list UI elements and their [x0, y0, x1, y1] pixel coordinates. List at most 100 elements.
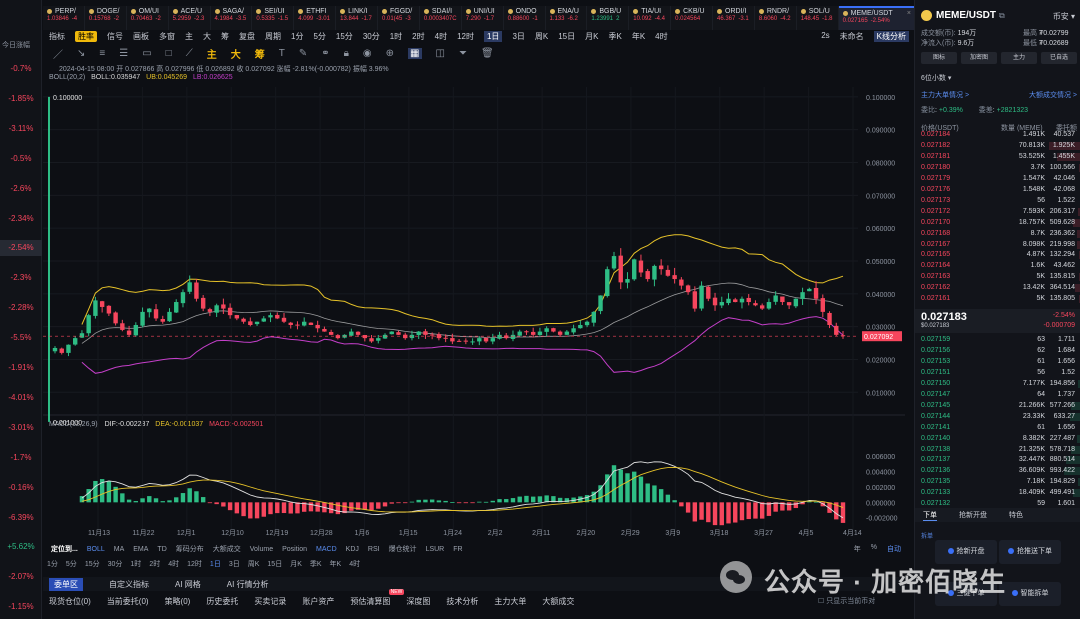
left-change-row[interactable]: -4.01%	[0, 390, 42, 406]
order-tab[interactable]: 策略(0)	[165, 596, 191, 607]
toolbar-item[interactable]: 4时	[655, 31, 667, 42]
ticker-item[interactable]: RNDR/8.6060 -4.2	[755, 6, 797, 30]
ticker-item[interactable]: SEI/UI 0.5335 -1.5	[252, 6, 295, 30]
ray-tool-icon[interactable]: ↘	[77, 48, 85, 59]
order-tab[interactable]: 深度图	[406, 596, 430, 607]
ask-row[interactable]: 0.027176 1.548K 42.068	[915, 185, 1080, 195]
ticker-item[interactable]: SDAI/I 0.0003407C	[420, 6, 462, 30]
toolbar-item[interactable]: 年K	[632, 31, 645, 42]
line-tool-icon[interactable]: ／	[53, 46, 63, 61]
ticker-item[interactable]: ONDO 0.88600 -1	[504, 6, 546, 30]
panel-button[interactable]: 已自选	[1041, 52, 1077, 64]
section-tab[interactable]: 自定义指标	[109, 579, 149, 590]
left-change-row[interactable]: -1.7%	[0, 450, 42, 466]
indicator-tab[interactable]: EMA	[133, 546, 148, 553]
trade-tab[interactable]: 抢新开盘	[959, 510, 987, 520]
bid-row[interactable]: 0.027135 7.18K 194.829	[915, 477, 1080, 487]
bid-row[interactable]: 0.027153 61 1.656	[915, 357, 1080, 367]
candlestick-chart[interactable]: 0.100000 0.090000 0.080000 0.070000 0.060000…	[43, 62, 905, 540]
indicator-tab[interactable]: MACD	[316, 546, 337, 553]
toolbar-item[interactable]: 5分	[313, 31, 325, 42]
ticker-item[interactable]: ETHFI 4.099 -3.01	[294, 6, 337, 30]
left-change-row[interactable]: -5.5%	[0, 330, 42, 346]
ask-row[interactable]: 0.027162 13.42K 364.514	[915, 283, 1080, 293]
panel-button[interactable]: 主力	[1001, 52, 1037, 64]
left-change-row[interactable]: -2.07%	[0, 569, 42, 585]
period-item[interactable]: 年K	[330, 559, 342, 569]
toolbar-item[interactable]: 2时	[412, 31, 424, 42]
indicator-tab[interactable]: 筹码分布	[176, 544, 204, 554]
indicator-tab[interactable]: KDJ	[346, 546, 359, 553]
order-tab[interactable]: 历史委托	[206, 596, 238, 607]
toolbar-item[interactable]: 大	[203, 31, 211, 42]
bid-row[interactable]: 0.027140 8.382K 227.487	[915, 434, 1080, 444]
toolbar-item[interactable]: 15日	[558, 31, 575, 42]
period-item[interactable]: 4时	[168, 559, 179, 569]
toolbar-item[interactable]: 12时	[457, 31, 474, 42]
ticker-item[interactable]: ENA/U 1.133 -6.2	[546, 6, 588, 30]
toolbar-item[interactable]: 多窗	[159, 31, 175, 42]
ticker-item[interactable]: OM/UI 0.70463 -2	[127, 6, 169, 30]
ask-row[interactable]: 0.027161 5K 135.805	[915, 294, 1080, 304]
ticker-item[interactable]: SOL/U 148.45 -1.8	[797, 6, 839, 30]
filter-tool-icon[interactable]: ⏷	[459, 48, 467, 59]
left-change-row[interactable]: -0.7%	[0, 61, 42, 77]
order-tab[interactable]: 主力大单	[494, 596, 526, 607]
ask-row[interactable]: 0.027167 8.098K 219.998	[915, 240, 1080, 250]
left-change-row[interactable]: -1.15%	[0, 599, 42, 615]
left-change-row[interactable]: -2.54%	[0, 240, 42, 257]
trash-icon[interactable]: 🗑︎	[481, 48, 494, 59]
indicator-tab[interactable]: Position	[282, 546, 307, 553]
bid-row[interactable]: 0.027136 36.609K 993.422	[915, 466, 1080, 476]
indicator-tab[interactable]: 爆仓统计	[389, 544, 417, 554]
left-change-row[interactable]: -3.01%	[0, 420, 42, 436]
toolbar-item[interactable]: 1日	[483, 31, 503, 42]
order-tab[interactable]: 买卖记录	[254, 596, 286, 607]
period-item[interactable]: 3日	[229, 559, 240, 569]
toolbar-item[interactable]: 筹	[221, 31, 229, 42]
chart-area[interactable]: 2024-04-15 08:00 开 0.027866 高 0.027996 低…	[43, 62, 905, 540]
ticker-item[interactable]: DOGE/0.15768 -2	[85, 6, 127, 30]
grid-tool-icon[interactable]: ▦	[408, 47, 422, 59]
bid-row[interactable]: 0.027144 23.33K 633.27	[915, 412, 1080, 422]
bid-row[interactable]: 0.027159 63 1.711	[915, 335, 1080, 345]
ruler-tool-icon[interactable]: ⟋	[186, 48, 193, 59]
bid-row[interactable]: 0.027133 18.409K 499.491	[915, 488, 1080, 498]
section-tab[interactable]: 委单区	[49, 577, 83, 591]
ticker-item[interactable]: MEME/USDT 0.027165 -2.54% ×	[838, 6, 916, 30]
ask-row[interactable]: 0.027163 5K 135.815	[915, 272, 1080, 282]
main-force-button[interactable]: 主	[207, 46, 217, 61]
period-item[interactable]: 12时	[187, 559, 202, 569]
period-item[interactable]: 4时	[349, 559, 360, 569]
section-tab[interactable]: AI 网格	[175, 579, 201, 590]
order-tab[interactable]: 账户资产	[302, 596, 334, 607]
axis-control[interactable]: %	[871, 544, 877, 554]
toolbar-item[interactable]: 周K	[535, 31, 548, 42]
left-change-row[interactable]: -2.34%	[0, 211, 42, 227]
period-item[interactable]: 5分	[66, 559, 77, 569]
toolbar-item[interactable]: 15分	[336, 31, 353, 42]
indicator-tab[interactable]: MA	[114, 546, 125, 553]
big-trade-link[interactable]: 大额成交情况 >	[1029, 90, 1077, 100]
order-tab[interactable]: 现货仓位(0)	[49, 596, 91, 607]
toolbar-item[interactable]: 信号	[107, 31, 123, 42]
ticker-item[interactable]: PERP/1.03846 -4	[43, 6, 85, 30]
ticker-item[interactable]: ORDI/I 46.367 -3.1	[713, 6, 755, 30]
ask-row[interactable]: 0.027173 56 1.522	[915, 196, 1080, 206]
trade-tab[interactable]: 下单	[923, 510, 937, 521]
period-item[interactable]: 周K	[248, 559, 260, 569]
indicator-tab[interactable]: Volume	[250, 546, 273, 553]
bid-row[interactable]: 0.027147 64 1.737	[915, 390, 1080, 400]
order-tab[interactable]: 预估清算图 NEW	[350, 588, 405, 607]
order-tab[interactable]: 技术分析	[446, 596, 478, 607]
panel-button[interactable]: 加密图	[961, 52, 997, 64]
ticker-item[interactable]: BGB/U 1.23991 2	[587, 6, 630, 30]
link-tool-icon[interactable]: ⚭	[321, 48, 329, 59]
ask-row[interactable]: 0.027164 1.6K 43.462	[915, 261, 1080, 271]
decimal-select[interactable]: 6位小数 ▾	[921, 73, 951, 83]
ask-row[interactable]: 0.027165 4.87K 132.294	[915, 250, 1080, 260]
period-item[interactable]: 1日	[210, 559, 221, 569]
toolbar-right-item[interactable]: 未命名	[840, 31, 864, 42]
indicator-tab[interactable]: 定位到...	[51, 544, 78, 554]
period-item[interactable]: 季K	[310, 559, 322, 569]
